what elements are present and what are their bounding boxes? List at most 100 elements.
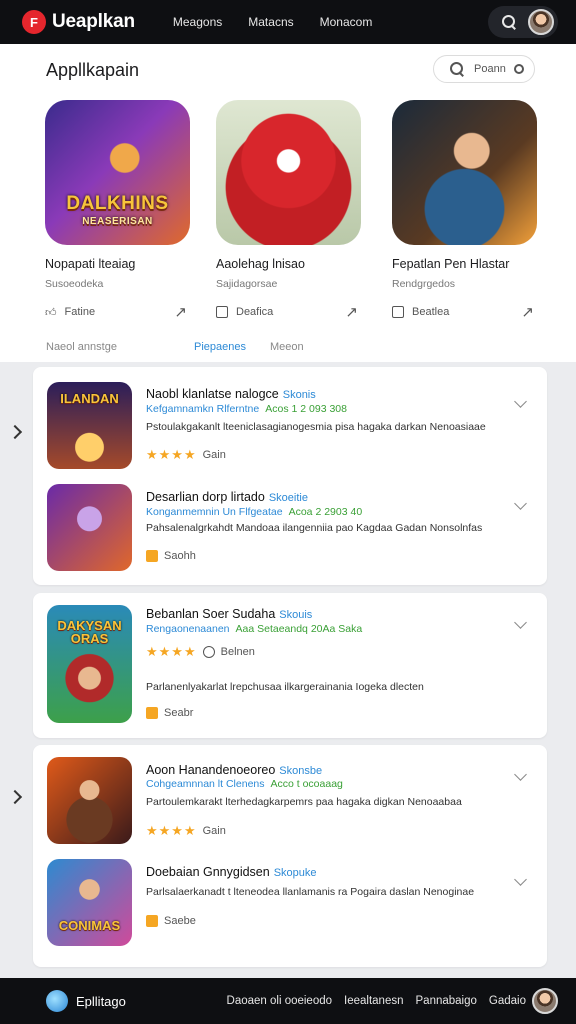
share-icon[interactable]: ↗ bbox=[521, 303, 534, 321]
app-title: Naobl klanlatse nalogce Skonis bbox=[146, 387, 316, 401]
info-icon bbox=[202, 646, 215, 658]
page-title: Appllkapain bbox=[46, 60, 140, 80]
app-list-card: ILANDAN Naobl klanlatse nalogce Skonis Ke… bbox=[33, 367, 547, 585]
logo-mark-icon: F bbox=[22, 10, 46, 34]
app-title: Doebaian Gnnygidsen Skopuke bbox=[146, 865, 317, 879]
featured-app-card[interactable]: Fepatlan Pen Hlastar Rendgrgedos Beatlea… bbox=[392, 100, 542, 321]
app-logo[interactable]: F Ueaplkan bbox=[22, 10, 135, 34]
footer-brand: Epllitago bbox=[76, 993, 126, 1009]
avatar[interactable] bbox=[528, 9, 554, 35]
app-title: Aoon Hanandenoeoreo Skonsbe bbox=[146, 763, 323, 777]
chevron-down-icon[interactable] bbox=[514, 497, 527, 510]
featured-panel: Appllkapain Poann DALKHINS NEASERISAN Nop… bbox=[0, 44, 576, 362]
game-logo-text: CONIMAS bbox=[58, 918, 121, 933]
tab-1[interactable]: Naeol annstge bbox=[46, 341, 194, 353]
search-placeholder: Poann bbox=[474, 63, 506, 75]
app-list-card: DAKYSAN ORAS Bebanlan Soer Sudaha Skouis R… bbox=[33, 593, 547, 738]
footer-link-3[interactable]: Pannabaigo bbox=[416, 995, 477, 1007]
featured-app-card[interactable]: Aaolehag lnisao Sajidagorsae Deafica ↗ bbox=[216, 100, 366, 321]
app-title: Bebanlan Soer Sudaha Skouis bbox=[146, 607, 313, 621]
badge-icon bbox=[146, 915, 158, 927]
app-icon-image[interactable] bbox=[392, 100, 537, 245]
app-badge: Seabr bbox=[146, 707, 193, 719]
thumbs-up-icon: 👍︎ bbox=[45, 306, 57, 319]
comment-button[interactable]: Deafica bbox=[216, 306, 273, 318]
comment-icon bbox=[216, 306, 228, 318]
tab-3[interactable]: Meeon bbox=[270, 341, 304, 353]
app-list-card: Aoon Hanandenoeoreo Skonsbe Cohgeamnnan l… bbox=[33, 745, 547, 967]
app-icon-image[interactable]: DALKHINS NEASERISAN bbox=[45, 100, 190, 245]
footer-link-2[interactable]: Ieealtanesn bbox=[344, 995, 403, 1007]
app-meta: Rengaonenaanen Aaa Setaeandq 20Aa Saka bbox=[146, 623, 363, 635]
app-thumbnail[interactable]: ILANDAN bbox=[47, 382, 132, 469]
top-actions bbox=[488, 6, 558, 38]
app-thumbnail[interactable] bbox=[47, 484, 132, 571]
featured-app-name: Fepatlan Pen Hlastar bbox=[392, 257, 510, 271]
app-meta: Kefgamnamkn Rlferntne Acos 1 2 093 308 bbox=[146, 403, 347, 415]
app-rating: ★★★★ Belnen bbox=[146, 644, 255, 659]
chevron-right-icon[interactable] bbox=[7, 789, 23, 805]
app-meta: Konganmemnin Un Flfgeatae Acoa 2 2903 40 bbox=[146, 506, 363, 518]
app-title: Desarlian dorp lirtado Skoeitie bbox=[146, 490, 308, 504]
list-item[interactable]: CONIMAS Doebaian Gnnygidsen Skopuke Parls… bbox=[33, 853, 547, 967]
search-input[interactable]: Poann bbox=[433, 55, 535, 83]
featured-app-subtitle: Susoeodeka bbox=[45, 278, 104, 290]
chevron-right-icon[interactable] bbox=[7, 424, 23, 440]
chevron-down-icon[interactable] bbox=[514, 768, 527, 781]
featured-actions: Deafica ↗ bbox=[216, 303, 366, 321]
game-logo-text: ILANDAN bbox=[60, 391, 119, 406]
app-icon-image[interactable] bbox=[216, 100, 361, 245]
avatar[interactable] bbox=[532, 988, 558, 1014]
section-tabs: Naeol annstge Piepaenes Meeon bbox=[46, 341, 304, 353]
top-navigation-bar: F Ueaplkan Meagons Matacns Monacom bbox=[0, 0, 576, 44]
app-description: Partoulemkarakt lterhedagkarpemrs paa ha… bbox=[146, 796, 462, 808]
badge-icon bbox=[146, 707, 158, 719]
app-description: Parlsalaerkanadt t lteneodea llanlamanis… bbox=[146, 886, 475, 898]
tab-2-active[interactable]: Piepaenes bbox=[194, 341, 270, 353]
nav-link-3[interactable]: Monacom bbox=[320, 15, 373, 29]
voice-search-icon[interactable] bbox=[514, 64, 524, 74]
footer-logo-icon[interactable] bbox=[46, 990, 68, 1012]
app-meta: Cohgeamnnan lt Clenens Acco t ocoaaag bbox=[146, 778, 343, 790]
brand-name: Ueaplkan bbox=[52, 11, 135, 32]
featured-app-subtitle: Sajidagorsae bbox=[216, 278, 278, 290]
share-icon[interactable]: ↗ bbox=[345, 303, 358, 321]
info-button[interactable]: Beatlea bbox=[392, 306, 449, 318]
footer-link-4[interactable]: Gadaio bbox=[489, 995, 526, 1007]
game-logo-text: DAKYSAN ORAS bbox=[57, 618, 122, 646]
chevron-down-icon[interactable] bbox=[514, 395, 527, 408]
app-rating: ★★★★ Gain bbox=[146, 823, 226, 838]
app-badge: Saebe bbox=[146, 915, 196, 927]
list-item[interactable]: DAKYSAN ORAS Bebanlan Soer Sudaha Skouis R… bbox=[33, 593, 547, 738]
app-badge: Saohh bbox=[146, 550, 196, 562]
nav-link-1[interactable]: Meagons bbox=[173, 15, 222, 29]
star-rating-icon: ★★★★ bbox=[146, 644, 197, 659]
like-button[interactable]: 👍︎ Fatine bbox=[45, 306, 95, 319]
featured-actions: 👍︎ Fatine ↗ bbox=[45, 303, 195, 321]
game-logo-text: DALKHINS NEASERISAN bbox=[66, 193, 169, 227]
badge-icon bbox=[146, 550, 158, 562]
nav-link-2[interactable]: Matacns bbox=[248, 15, 293, 29]
app-thumbnail[interactable] bbox=[47, 757, 132, 844]
footer-link-1[interactable]: Daoaen oli ooeieodo bbox=[227, 995, 333, 1007]
list-item[interactable]: ILANDAN Naobl klanlatse nalogce Skonis Ke… bbox=[33, 367, 547, 477]
star-rating-icon: ★★★★ bbox=[146, 447, 197, 462]
top-nav-links: Meagons Matacns Monacom bbox=[173, 15, 372, 29]
featured-app-card[interactable]: DALKHINS NEASERISAN Nopapati lteaiag Suso… bbox=[45, 100, 195, 321]
app-thumbnail[interactable]: CONIMAS bbox=[47, 859, 132, 946]
star-rating-icon: ★★★★ bbox=[146, 823, 197, 838]
featured-app-name: Nopapati lteaiag bbox=[45, 257, 136, 271]
search-icon[interactable] bbox=[500, 13, 518, 31]
featured-app-subtitle: Rendgrgedos bbox=[392, 278, 456, 290]
chevron-down-icon[interactable] bbox=[514, 873, 527, 886]
info-icon bbox=[392, 306, 404, 318]
app-description: Parlanenlyakarlat lrepchusaa ilkargerain… bbox=[146, 681, 424, 693]
featured-actions: Beatlea ↗ bbox=[392, 303, 542, 321]
list-item[interactable]: Desarlian dorp lirtado Skoeitie Konganmem… bbox=[33, 477, 547, 585]
list-item[interactable]: Aoon Hanandenoeoreo Skonsbe Cohgeamnnan l… bbox=[33, 745, 547, 853]
chevron-down-icon[interactable] bbox=[514, 616, 527, 629]
footer-links: Daoaen oli ooeieodo Ieealtanesn Pannabai… bbox=[227, 995, 526, 1007]
app-thumbnail[interactable]: DAKYSAN ORAS bbox=[47, 605, 132, 723]
app-description: Pstoulakgakanlt lteeniclasagianogesmia p… bbox=[146, 421, 486, 433]
share-icon[interactable]: ↗ bbox=[174, 303, 187, 321]
